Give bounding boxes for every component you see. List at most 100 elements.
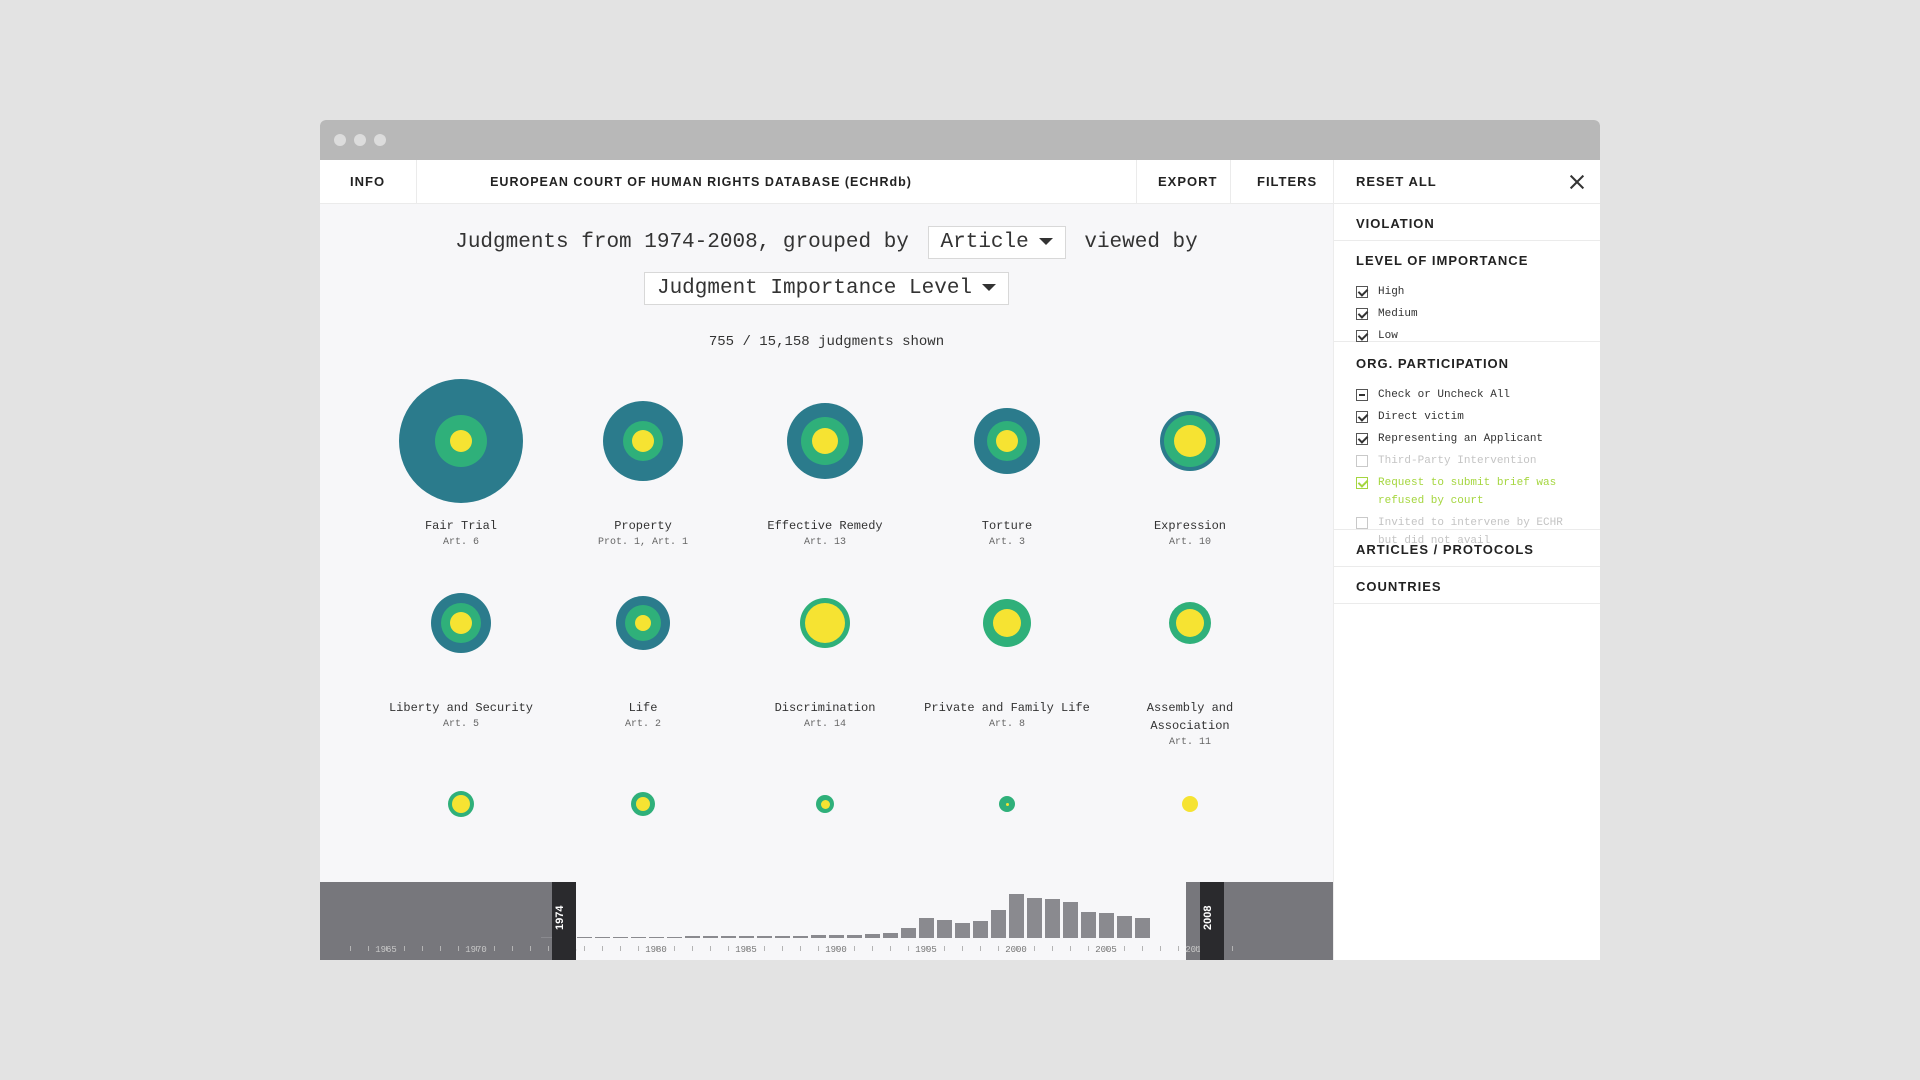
timeline-year-label: 1980 <box>645 945 667 955</box>
timeline-bar <box>631 937 646 938</box>
article-name: Private and Family Life <box>924 701 1090 715</box>
timeline-tick <box>1142 946 1143 951</box>
timeline-tick <box>710 946 711 951</box>
timeline-tick <box>620 946 621 951</box>
timeline-tick <box>818 946 819 951</box>
article-number: Art. 8 <box>988 719 1025 730</box>
timeline-bar <box>685 936 700 938</box>
checkbox[interactable] <box>1356 477 1368 489</box>
chevron-down-icon <box>1038 237 1053 245</box>
filters-panel: RESET ALL VIOLATION LEVEL OF IMPORTANCE … <box>1333 160 1600 960</box>
timeline-start-handle[interactable]: 1974 <box>552 882 576 960</box>
timeline-tick <box>692 946 693 951</box>
timeline-tick <box>1232 946 1233 951</box>
importance-low-ring <box>632 430 654 452</box>
timeline-bar <box>1027 898 1042 938</box>
timeline-bar <box>613 937 628 938</box>
timeline-tick <box>638 946 639 951</box>
timeline-tick <box>350 946 351 951</box>
info-button[interactable]: INFO <box>350 160 385 204</box>
window-close-dot[interactable] <box>334 134 346 146</box>
timeline-tick <box>548 946 549 951</box>
timeline-year-label: 1985 <box>735 945 757 955</box>
timeline-year-label: 1970 <box>465 945 487 955</box>
view-by-dropdown[interactable]: Judgment Importance Level <box>643 272 1010 305</box>
participation-option-label: Check or Uncheck All <box>1378 389 1511 401</box>
window-minimize-dot[interactable] <box>354 134 366 146</box>
article-name: Assembly and Association <box>1146 701 1234 733</box>
timeline-tick <box>872 946 873 951</box>
export-button[interactable]: EXPORT <box>1158 160 1217 204</box>
article-number: Prot. 1, Art. 1 <box>597 537 688 548</box>
importance-low-ring <box>1174 425 1206 457</box>
importance-low-ring <box>450 612 472 634</box>
timeline-start-label: 1974 <box>554 905 566 931</box>
divider <box>1136 160 1137 204</box>
checkbox[interactable] <box>1356 411 1368 423</box>
importance-low-ring <box>996 430 1018 452</box>
importance-low-ring <box>812 428 838 454</box>
reset-all-button[interactable]: RESET ALL <box>1356 174 1437 189</box>
article-name: Fair Trial <box>424 519 497 533</box>
importance-heading: LEVEL OF IMPORTANCE <box>1356 253 1529 268</box>
checkbox[interactable] <box>1356 389 1368 401</box>
countries-heading: COUNTRIES <box>1356 579 1442 594</box>
articles-section[interactable]: ARTICLES / PROTOCOLS <box>1334 530 1600 567</box>
checkbox[interactable] <box>1356 286 1368 298</box>
timeline-tick <box>1034 946 1035 951</box>
filters-button[interactable]: FILTERS <box>1257 160 1317 204</box>
app-title: EUROPEAN COURT OF HUMAN RIGHTS DATABASE … <box>490 175 912 189</box>
importance-low-ring <box>636 797 650 811</box>
timeline-bar <box>739 936 754 938</box>
group-by-dropdown[interactable]: Article <box>927 226 1066 259</box>
participation-option-label: Request to submit brief was refused by c… <box>1378 477 1557 507</box>
article-number: Art. 3 <box>988 537 1025 548</box>
importance-low-ring <box>805 603 845 643</box>
headline-prefix: Judgments from 1974-2008, grouped by <box>455 231 909 254</box>
article-number: Art. 2 <box>624 719 661 730</box>
importance-low-ring <box>993 609 1021 637</box>
timeline-bar <box>1117 916 1132 938</box>
checkbox[interactable] <box>1356 330 1368 342</box>
divider <box>1230 160 1231 204</box>
checkbox[interactable] <box>1356 308 1368 320</box>
judgment-count: 755 / 15,158 judgments shown <box>708 334 945 350</box>
timeline-end-handle[interactable]: 2008 <box>1200 882 1224 960</box>
timeline-bar <box>793 936 808 938</box>
violation-heading: VIOLATION <box>1356 216 1435 231</box>
timeline-tick <box>728 946 729 951</box>
timeline-tick <box>584 946 585 951</box>
timeline-end-label: 2008 <box>1202 905 1214 931</box>
timeline-tick <box>962 946 963 951</box>
group-by-value: Article <box>940 231 1029 254</box>
timeline-bar <box>847 935 862 938</box>
timeline-tick <box>1070 946 1071 951</box>
importance-low-ring <box>1176 609 1204 637</box>
timeline-tick <box>998 946 999 951</box>
timeline-histogram[interactable]: 1965197019751980198519901995200020052010… <box>320 882 1333 960</box>
article-name: Property <box>614 519 672 533</box>
checkbox[interactable] <box>1356 433 1368 445</box>
timeline-tick <box>530 946 531 951</box>
timeline-bar <box>991 910 1006 938</box>
timeline-tick <box>980 946 981 951</box>
countries-section[interactable]: COUNTRIES <box>1334 567 1600 604</box>
importance-low-ring <box>1005 802 1009 806</box>
reset-row: RESET ALL <box>1334 160 1600 204</box>
violation-section[interactable]: VIOLATION <box>1334 204 1600 241</box>
importance-low-ring <box>820 799 830 809</box>
close-icon[interactable] <box>1567 172 1587 192</box>
importance-section: LEVEL OF IMPORTANCE High Medium Low <box>1334 241 1600 342</box>
timeline-tick <box>674 946 675 951</box>
window-zoom-dot[interactable] <box>374 134 386 146</box>
timeline-bar <box>865 934 880 938</box>
article-number: Art. 5 <box>442 719 479 730</box>
timeline-tick <box>782 946 783 951</box>
timeline-year-label: 2005 <box>1095 945 1117 955</box>
timeline-tick <box>908 946 909 951</box>
importance-low-ring <box>450 430 472 452</box>
timeline-bar <box>1135 918 1150 938</box>
timeline-bar <box>1063 902 1078 938</box>
timeline-tick <box>1052 946 1053 951</box>
importance-low-ring <box>635 615 651 631</box>
